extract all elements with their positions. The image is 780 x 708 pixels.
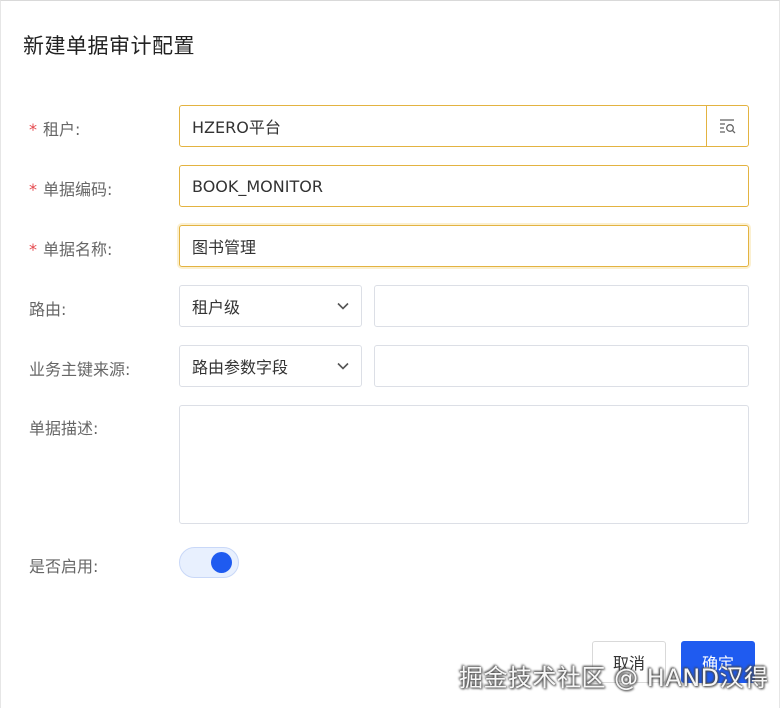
route-input[interactable] xyxy=(374,285,749,327)
tenant-lookup-field[interactable]: HZERO平台 xyxy=(179,105,749,147)
biz-key-source-select[interactable]: 路由参数字段 xyxy=(179,345,362,387)
toggle-knob xyxy=(211,552,232,573)
tenant-lookup-button[interactable] xyxy=(706,106,748,146)
biz-key-source-label: 业务主键来源: xyxy=(29,360,131,379)
description-label: 单据描述: xyxy=(29,419,99,438)
route-select-value: 租户级 xyxy=(192,298,241,317)
chevron-down-icon xyxy=(337,302,349,310)
biz-key-source-input[interactable] xyxy=(374,345,749,387)
required-mark: * xyxy=(29,120,37,139)
lookup-search-icon xyxy=(719,119,735,134)
required-mark: * xyxy=(29,180,37,199)
enabled-label: 是否启用: xyxy=(29,557,99,576)
audit-config-dialog: 新建单据审计配置 * 租户: HZERO平台 * 单据编码: BOOK_MONITO… xyxy=(0,0,780,708)
doc-name-label: * 单据名称: xyxy=(29,240,113,259)
doc-name-input[interactable]: 图书管理 xyxy=(179,225,749,267)
route-label: 路由: xyxy=(29,300,67,319)
doc-code-value: BOOK_MONITOR xyxy=(192,176,323,196)
chevron-down-icon xyxy=(337,362,349,370)
doc-name-value: 图书管理 xyxy=(192,238,257,257)
biz-key-source-select-value: 路由参数字段 xyxy=(192,358,289,377)
route-select[interactable]: 租户级 xyxy=(179,285,362,327)
dialog-title: 新建单据审计配置 xyxy=(23,34,195,58)
watermark: 掘金技术社区 @ HAND汉得 xyxy=(459,664,769,692)
description-textarea[interactable] xyxy=(179,405,749,524)
tenant-value: HZERO平台 xyxy=(192,118,281,137)
required-mark: * xyxy=(29,240,37,259)
doc-code-input[interactable]: BOOK_MONITOR xyxy=(179,165,749,207)
tenant-label: * 租户: xyxy=(29,120,81,139)
doc-code-label: * 单据编码: xyxy=(29,180,113,199)
enabled-toggle[interactable] xyxy=(179,547,239,578)
